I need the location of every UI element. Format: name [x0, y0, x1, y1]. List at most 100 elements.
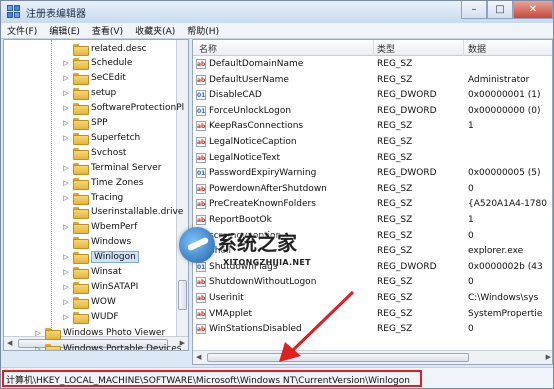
- value-row[interactable]: ab DefaultUserName REG_SZ Administrator: [193, 73, 552, 89]
- scroll-right-icon[interactable]: ▶: [546, 353, 551, 361]
- value-type: REG_SZ: [377, 324, 413, 335]
- string-value-icon: ab: [196, 293, 206, 303]
- tree-item[interactable]: related.desc: [62, 41, 147, 56]
- expand-arrow-icon[interactable]: ▷: [62, 179, 70, 187]
- tree-item[interactable]: ▷ Terminal Server: [62, 160, 161, 175]
- tree-item[interactable]: ▷ Winsat: [62, 265, 122, 280]
- value-row[interactable]: 01 DisableCAD REG_DWORD 0x00000001 (1): [193, 88, 552, 104]
- expand-arrow-icon[interactable]: ▷: [62, 194, 70, 202]
- value-type: REG_SZ: [377, 152, 413, 163]
- value-row[interactable]: ab Userinit REG_SZ C:\Windows\sys: [193, 291, 552, 307]
- expand-arrow-icon[interactable]: ▷: [34, 329, 42, 337]
- tree-item[interactable]: ▷ WinSATAPI: [62, 279, 138, 294]
- expand-arrow-icon[interactable]: ▷: [62, 164, 70, 172]
- menu-bar: 文件(F) 编辑(E) 查看(V) 收藏夹(A) 帮助(H): [1, 23, 553, 39]
- menu-edit[interactable]: 编辑(E): [43, 24, 86, 37]
- column-name-header[interactable]: 名称: [199, 42, 217, 55]
- tree-item-label: WUDF: [91, 311, 119, 322]
- tree-item-label: Svchost: [91, 147, 127, 158]
- registry-icon: [7, 5, 21, 19]
- scroll-left-icon[interactable]: ◀: [196, 353, 201, 361]
- tree-item-label: WbemPerf: [91, 222, 138, 233]
- tree-item[interactable]: ▷ Time Zones: [62, 175, 144, 190]
- folder-icon: [73, 237, 89, 250]
- tree-item[interactable]: ▷ setup: [62, 86, 116, 101]
- value-name: PreCreateKnownFolders: [209, 199, 316, 210]
- folder-icon: [73, 281, 89, 294]
- tree-item-label: SPP: [91, 118, 108, 128]
- value-type: REG_SZ: [377, 59, 413, 69]
- expand-arrow-icon[interactable]: ▷: [62, 104, 70, 112]
- registry-tree[interactable]: ◀ ▶ related.desc ▷ Schedule ▷ SeCEdit ▷ setup ▷…: [3, 39, 189, 351]
- value-data: 0: [468, 230, 474, 241]
- expand-arrow-icon[interactable]: ▷: [62, 134, 70, 142]
- expand-arrow-icon[interactable]: ▷: [62, 298, 70, 306]
- column-divider[interactable]: [463, 40, 464, 56]
- tree-vertical-scrollbar[interactable]: [176, 40, 188, 336]
- folder-icon: [73, 192, 89, 205]
- value-type: REG_SZ: [377, 215, 413, 225]
- folder-icon: [73, 43, 89, 56]
- tree-item[interactable]: ▷ Superfetch: [62, 130, 140, 145]
- column-type-header[interactable]: 类型: [377, 42, 395, 55]
- menu-favorites[interactable]: 收藏夹(A): [129, 24, 181, 37]
- menu-help[interactable]: 帮助(H): [181, 24, 225, 37]
- value-data: 0x00000000 (0): [468, 105, 541, 116]
- expand-arrow-icon[interactable]: ▷: [34, 345, 42, 350]
- tree-item[interactable]: ▷ SPP: [62, 116, 108, 131]
- tree-item[interactable]: ▷ WOW: [62, 294, 116, 309]
- status-bar: 计算机\HKEY_LOCAL_MACHINE\SOFTWARE\Microsof…: [1, 367, 553, 388]
- expand-arrow-icon[interactable]: ▷: [62, 119, 70, 127]
- value-row[interactable]: ab LegalNoticeText REG_SZ: [193, 151, 552, 167]
- tree-item[interactable]: ▷ Schedule: [62, 56, 132, 71]
- value-row[interactable]: ab VMApplet REG_SZ SystemPropertie: [193, 307, 552, 323]
- tree-item[interactable]: ▷ Winlogon: [62, 250, 139, 265]
- column-data-header[interactable]: 数据: [468, 42, 486, 55]
- list-horizontal-scrollbar[interactable]: ◀ ▶: [193, 350, 552, 364]
- value-type: REG_SZ: [377, 230, 413, 241]
- annotation-arrow-icon: [279, 290, 355, 362]
- expand-arrow-icon[interactable]: ▷: [62, 74, 70, 82]
- tree-item[interactable]: ▷ Windows Photo Viewer: [34, 325, 165, 340]
- expand-arrow-icon[interactable]: ▷: [62, 313, 70, 321]
- value-type: REG_DWORD: [377, 168, 437, 179]
- tree-item[interactable]: Windows: [62, 235, 131, 250]
- value-data: Administrator: [468, 74, 530, 85]
- tree-item[interactable]: ▷ SeCEdit: [62, 71, 126, 86]
- registry-editor-window: 注册表编辑器 – □ ✕ 文件(F) 编辑(E) 查看(V) 收藏夹(A) 帮助…: [0, 0, 554, 389]
- expand-arrow-icon[interactable]: ▷: [62, 89, 70, 97]
- value-name: LegalNoticeCaption: [209, 137, 297, 147]
- scroll-left-icon[interactable]: ◀: [7, 339, 12, 347]
- menu-view[interactable]: 查看(V): [86, 24, 129, 37]
- expand-arrow-icon[interactable]: ▷: [62, 59, 70, 67]
- minimize-button[interactable]: –: [461, 1, 487, 19]
- value-row[interactable]: ab KeepRasConnections REG_SZ 1: [193, 119, 552, 135]
- value-row[interactable]: ab DefaultDomainName REG_SZ: [193, 57, 552, 73]
- registry-values-list[interactable]: 名称 类型 数据 ◀ ▶ ab DefaultDomainName REG_SZ ab…: [192, 39, 553, 365]
- title-bar[interactable]: 注册表编辑器 – □ ✕: [1, 1, 553, 23]
- column-divider[interactable]: [373, 40, 374, 56]
- tree-item-label: Windows Portable Devices: [63, 343, 182, 351]
- value-row[interactable]: 01 ForceUnlockLogon REG_DWORD 0x00000000 (0…: [193, 104, 552, 120]
- value-row[interactable]: ab PowerdownAfterShutdown REG_SZ 0: [193, 182, 552, 198]
- value-row[interactable]: ab WinStationsDisabled REG_SZ 0: [193, 322, 552, 338]
- close-button[interactable]: ✕: [513, 1, 553, 19]
- expand-arrow-icon[interactable]: ▷: [62, 223, 70, 231]
- menu-file[interactable]: 文件(F): [1, 24, 43, 37]
- expand-arrow-icon[interactable]: ▷: [62, 283, 70, 291]
- value-row[interactable]: ab LegalNoticeCaption REG_SZ: [193, 135, 552, 151]
- tree-item[interactable]: ▷ Windows Portable Devices: [34, 341, 182, 351]
- tree-item[interactable]: Svchost: [62, 145, 126, 160]
- tree-item[interactable]: Userinstallable.drive: [62, 205, 183, 220]
- value-row[interactable]: 01 PasswordExpiryWarning REG_DWORD 0x000000…: [193, 166, 552, 182]
- tree-item[interactable]: ▷ WbemPerf: [62, 220, 137, 235]
- watermark-logo-icon: [179, 227, 215, 263]
- expand-arrow-icon[interactable]: ▷: [62, 253, 70, 261]
- tree-item[interactable]: ▷ WUDF: [62, 309, 119, 324]
- expand-arrow-icon[interactable]: ▷: [62, 268, 70, 276]
- tree-item[interactable]: ▷ SoftwareProtectionPl: [62, 101, 184, 116]
- maximize-button[interactable]: □: [487, 1, 513, 19]
- tree-item-label: Winsat: [91, 267, 122, 277]
- tree-item[interactable]: ▷ Tracing: [62, 190, 123, 205]
- value-row[interactable]: ab PreCreateKnownFolders REG_SZ {A520A1A4-1…: [193, 197, 552, 213]
